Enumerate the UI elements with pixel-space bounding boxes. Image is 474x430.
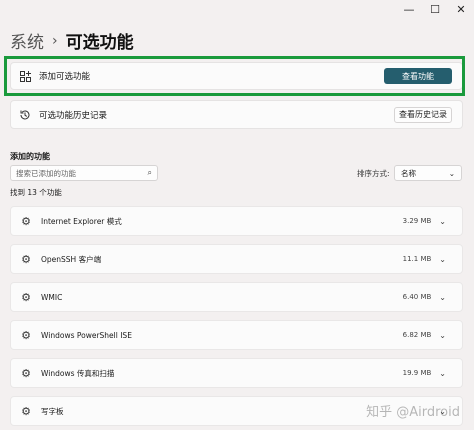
feature-name: Windows PowerShell ISE (41, 330, 132, 340)
chevron-down-icon[interactable]: ⌄ (439, 369, 446, 378)
page-title: 可选功能 (65, 33, 134, 53)
feature-name: Windows 传真和扫描 (41, 368, 115, 378)
chevron-down-icon[interactable]: ⌄ (439, 293, 446, 302)
feature-row[interactable]: ⚙ WMIC 6.40 MB ⌄ (10, 282, 463, 312)
feature-row[interactable]: ⚙ Internet Explorer 模式 3.29 MB ⌄ (10, 206, 463, 236)
search-box[interactable]: ⌕ (10, 165, 158, 181)
feature-size: 19.9 MB (402, 369, 432, 377)
chevron-down-icon[interactable]: ⌄ (439, 331, 446, 340)
feature-row[interactable]: ⚙ Windows 传真和扫描 19.9 MB ⌄ (10, 358, 463, 388)
breadcrumb-parent[interactable]: 系统 (10, 28, 44, 53)
minimize-button[interactable]: — (396, 0, 422, 18)
sort-value: 名称 (401, 168, 416, 178)
window-controls: — ☐ ✕ (396, 0, 474, 18)
highlight-box (4, 56, 465, 96)
gear-icon: ⚙ (21, 214, 31, 228)
chevron-down-icon[interactable]: ⌄ (439, 217, 446, 226)
found-count: 找到 13 个功能 (10, 188, 62, 197)
gear-icon: ⚙ (21, 404, 31, 418)
maximize-button[interactable]: ☐ (422, 0, 448, 18)
breadcrumb: 系统 › 可选功能 (10, 28, 134, 54)
feature-size: 6.82 MB (402, 331, 432, 339)
search-icon[interactable]: ⌕ (148, 168, 152, 178)
gear-icon: ⚙ (21, 366, 31, 380)
feature-size: 11.1 MB (402, 255, 432, 263)
gear-icon: ⚙ (21, 290, 31, 304)
gear-icon: ⚙ (21, 328, 31, 342)
history-icon (11, 109, 39, 121)
feature-name: WMIC (41, 292, 63, 302)
chevron-down-icon: ⌄ (448, 168, 455, 178)
sort-label: 排序方式: (357, 169, 390, 178)
breadcrumb-separator: › (52, 32, 58, 49)
sort-select[interactable]: 名称 ⌄ (394, 165, 462, 181)
history-card: 可选功能历史记录 查看历史记录 (10, 100, 463, 129)
close-button[interactable]: ✕ (448, 0, 474, 18)
feature-row[interactable]: ⚙ Windows PowerShell ISE 6.82 MB ⌄ (10, 320, 463, 350)
view-history-button[interactable]: 查看历史记录 (394, 106, 452, 123)
feature-row[interactable]: ⚙ OpenSSH 客户端 11.1 MB ⌄ (10, 244, 463, 274)
feature-name: Internet Explorer 模式 (41, 216, 122, 226)
gear-icon: ⚙ (21, 252, 31, 266)
search-input[interactable] (16, 168, 148, 178)
history-label: 可选功能历史记录 (39, 110, 108, 121)
watermark: 知乎 @Airdroid (366, 405, 460, 420)
feature-size: 3.29 MB (402, 217, 432, 225)
feature-size: 6.40 MB (402, 293, 432, 301)
chevron-down-icon[interactable]: ⌄ (439, 255, 446, 264)
section-title: 添加的功能 (10, 152, 50, 161)
feature-name: OpenSSH 客户端 (41, 254, 102, 264)
